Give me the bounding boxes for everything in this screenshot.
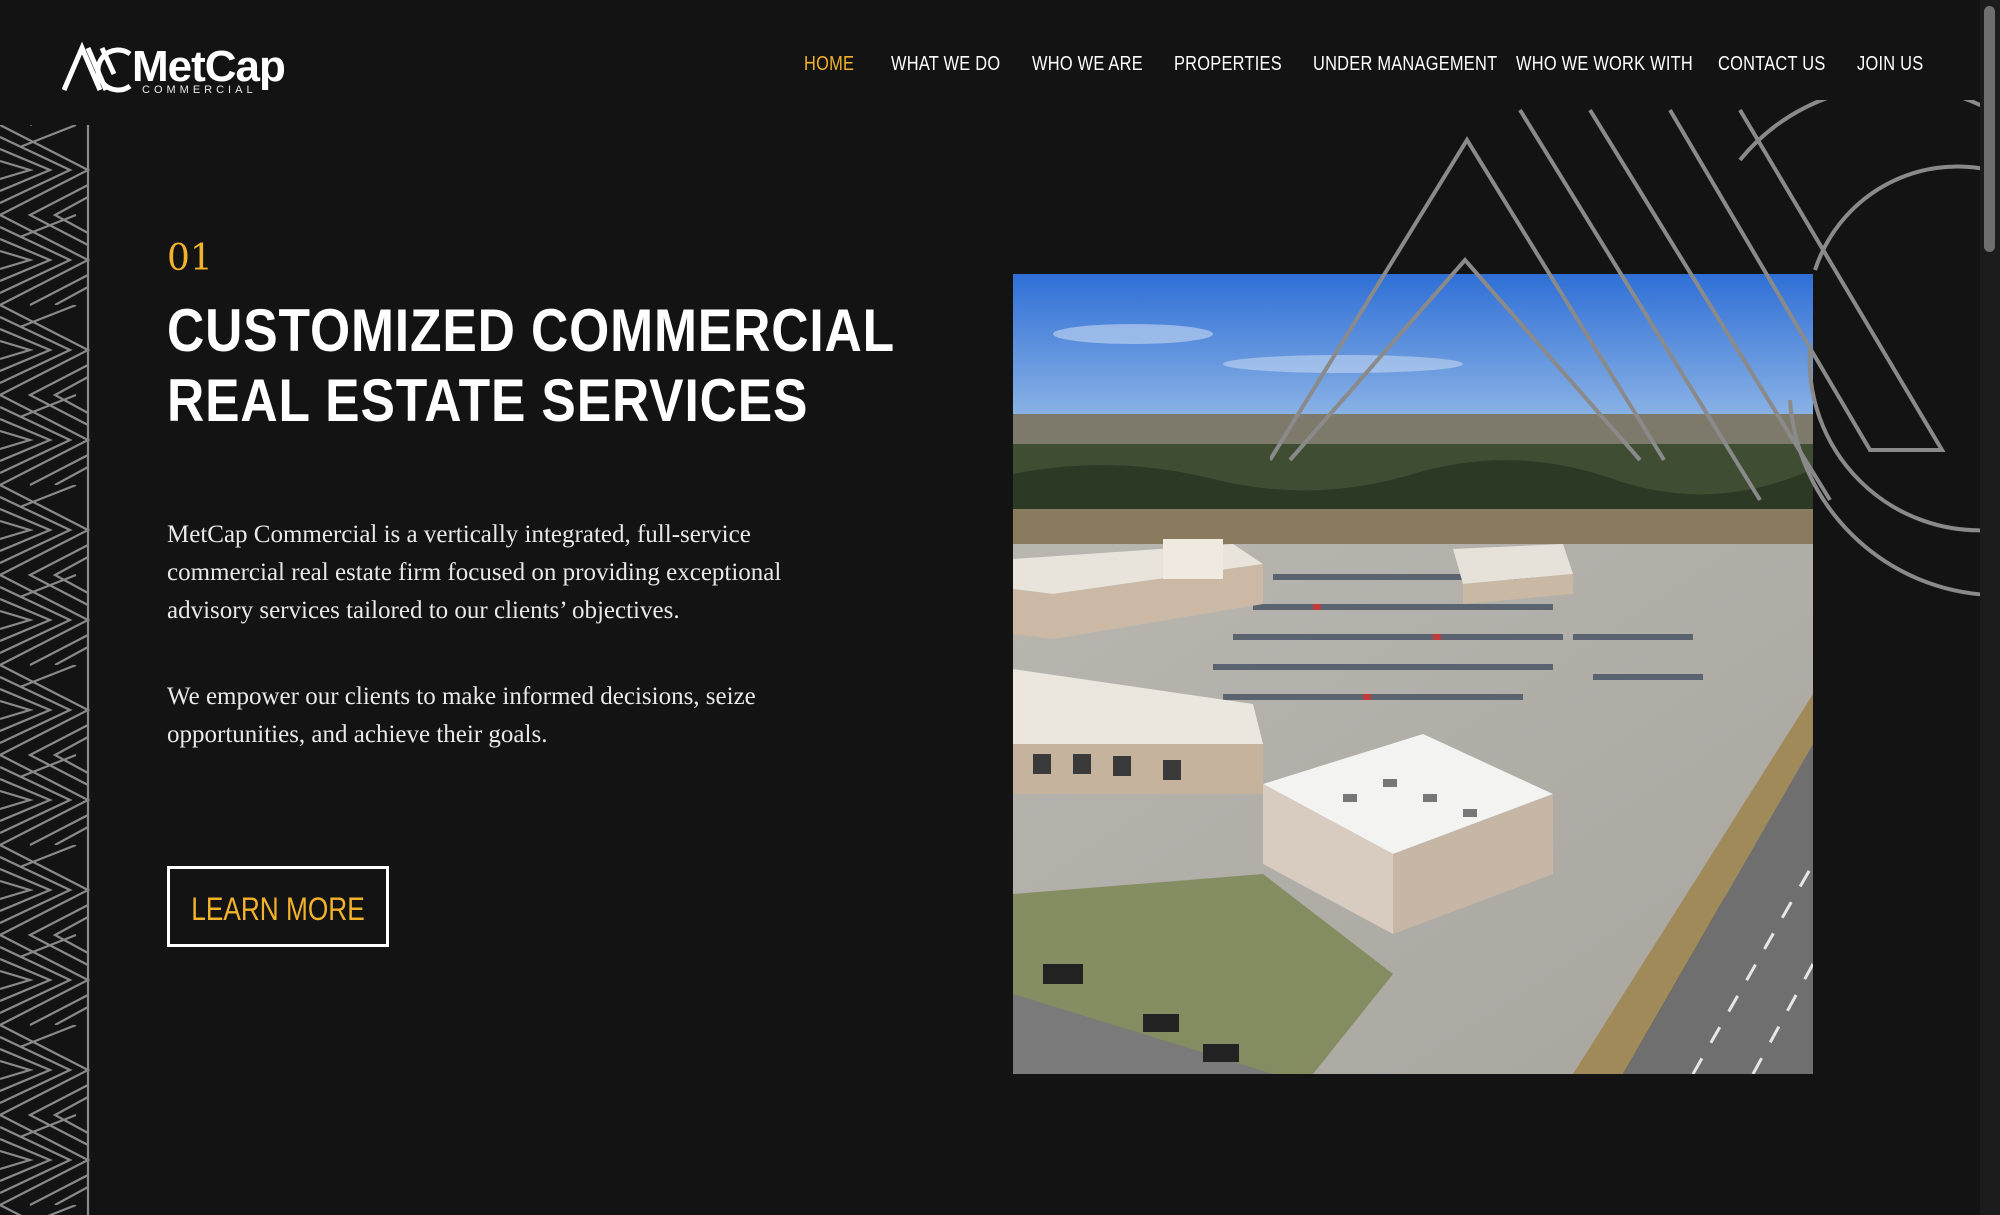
page-scrollbar[interactable] — [1980, 0, 2000, 1215]
brand-subtitle: COMMERCIAL — [142, 84, 257, 96]
nav-contact-us[interactable]: CONTACT US — [1718, 53, 1826, 76]
nav-what-we-do[interactable]: WHAT WE DO — [891, 53, 1000, 76]
nav-who-we-are[interactable]: WHO WE ARE — [1032, 53, 1143, 76]
nav-under-management[interactable]: UNDER MANAGEMENT — [1313, 53, 1497, 76]
hero-paragraph-2: We empower our clients to make informed … — [167, 683, 756, 748]
hero-title-line-1: CUSTOMIZED COMMERCIAL — [167, 297, 896, 364]
aerial-shopping-center-photo — [1013, 274, 1813, 1074]
section-number: 01 — [167, 238, 213, 279]
zigzag-pattern-icon — [0, 125, 92, 1215]
scrollbar-thumb[interactable] — [1984, 6, 1995, 252]
learn-more-label: LEARN MORE — [191, 891, 365, 927]
hero-title: CUSTOMIZED COMMERCIAL REAL ESTATE SERVIC… — [167, 296, 895, 436]
hero-title-line-2: REAL ESTATE SERVICES — [167, 367, 809, 434]
nav-join-us[interactable]: JOIN US — [1857, 53, 1923, 76]
nav-who-we-work-with[interactable]: WHO WE WORK WITH — [1516, 53, 1693, 76]
learn-more-button[interactable]: LEARN MORE — [167, 866, 389, 947]
nav-properties[interactable]: PROPERTIES — [1174, 53, 1282, 76]
hero-paragraph-1: MetCap Commercial is a vertically integr… — [167, 521, 782, 624]
main-navigation: HOME WHAT WE DO WHO WE ARE PROPERTIES UN… — [0, 53, 1975, 83]
nav-home[interactable]: HOME — [804, 53, 854, 76]
